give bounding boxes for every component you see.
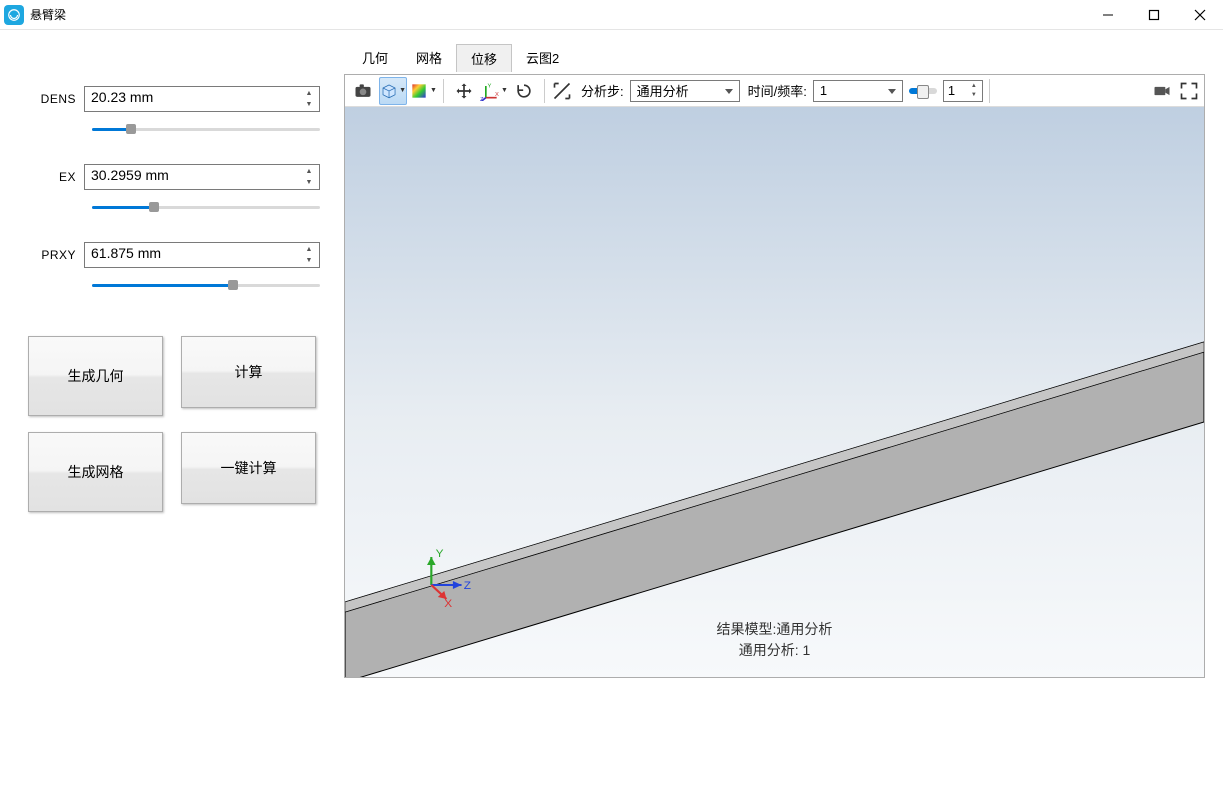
fullscreen-icon[interactable] — [1178, 77, 1200, 105]
record-icon[interactable] — [1148, 77, 1176, 105]
param-value-ex: 30.2959 mm — [91, 167, 169, 183]
maximize-button[interactable] — [1131, 0, 1177, 30]
axis-z-label: Z — [464, 580, 471, 592]
viewer-toolbar: ▼ ▼ YXZ ▼ — [345, 75, 1204, 107]
titlebar: 悬臂梁 — [0, 0, 1223, 30]
tab-contour2[interactable]: 云图2 — [512, 44, 573, 72]
tab-displacement[interactable]: 位移 — [456, 44, 512, 72]
param-label-prxy: PRXY — [24, 248, 84, 262]
svg-text:Y: Y — [488, 83, 492, 89]
viewer-caption: 结果模型:通用分析 通用分析: 1 — [345, 619, 1204, 661]
axis-x-label: X — [444, 598, 452, 610]
param-input-prxy[interactable]: 61.875 mm ▲▼ — [84, 242, 320, 268]
slider-prxy[interactable] — [92, 278, 320, 292]
close-button[interactable] — [1177, 0, 1223, 30]
generate-mesh-button[interactable]: 生成网格 — [28, 432, 163, 512]
calculate-button[interactable]: 计算 — [181, 336, 316, 408]
param-input-ex[interactable]: 30.2959 mm ▲▼ — [84, 164, 320, 190]
step-select[interactable]: 通用分析 — [630, 80, 740, 102]
spin-buttons[interactable]: ▲▼ — [300, 88, 318, 110]
tab-geometry[interactable]: 几何 — [348, 44, 402, 72]
caption-line-2: 通用分析: 1 — [345, 640, 1204, 661]
axis-y-label: Y — [436, 548, 444, 560]
frame-stepper[interactable]: 1 ▲▼ — [943, 80, 983, 102]
sidebar: DENS 20.23 mm ▲▼ EX 30.2959 mm ▲▼ PRXY — [0, 30, 344, 790]
svg-text:X: X — [495, 92, 499, 98]
minimize-button[interactable] — [1085, 0, 1131, 30]
slider-dens[interactable] — [92, 122, 320, 136]
tab-mesh[interactable]: 网格 — [402, 44, 456, 72]
param-value-prxy: 61.875 mm — [91, 245, 161, 261]
content-area: 几何 网格 位移 云图2 ▼ ▼ — [344, 30, 1223, 790]
generate-geometry-button[interactable]: 生成几何 — [28, 336, 163, 416]
param-label-dens: DENS — [24, 92, 84, 106]
cube-view-icon[interactable]: ▼ — [379, 77, 407, 105]
time-slider[interactable] — [909, 88, 937, 94]
param-value-dens: 20.23 mm — [91, 89, 153, 105]
step-label: 分析步: — [581, 81, 624, 100]
axis-orient-icon[interactable]: YXZ ▼ — [480, 77, 508, 105]
slider-ex[interactable] — [92, 200, 320, 214]
camera-icon[interactable] — [349, 77, 377, 105]
color-legend-icon[interactable]: ▼ — [409, 77, 437, 105]
app-icon — [4, 5, 24, 25]
pan-icon[interactable] — [450, 77, 478, 105]
tabs: 几何 网格 位移 云图2 — [348, 44, 1205, 72]
viewport-3d[interactable]: Y Z X 结果模型:通用分析 通用分析: 1 — [345, 107, 1204, 677]
param-label-ex: EX — [24, 170, 84, 184]
scale-icon[interactable] — [551, 77, 573, 105]
time-select[interactable]: 1 — [813, 80, 903, 102]
rotate-icon[interactable] — [510, 77, 538, 105]
time-label: 时间/频率: — [748, 81, 807, 100]
svg-text:Z: Z — [480, 97, 484, 101]
spin-buttons[interactable]: ▲▼ — [300, 166, 318, 188]
one-click-calc-button[interactable]: 一键计算 — [181, 432, 316, 504]
caption-line-1: 结果模型:通用分析 — [345, 619, 1204, 640]
spin-buttons[interactable]: ▲▼ — [300, 244, 318, 266]
param-input-dens[interactable]: 20.23 mm ▲▼ — [84, 86, 320, 112]
window-title: 悬臂梁 — [30, 6, 66, 23]
